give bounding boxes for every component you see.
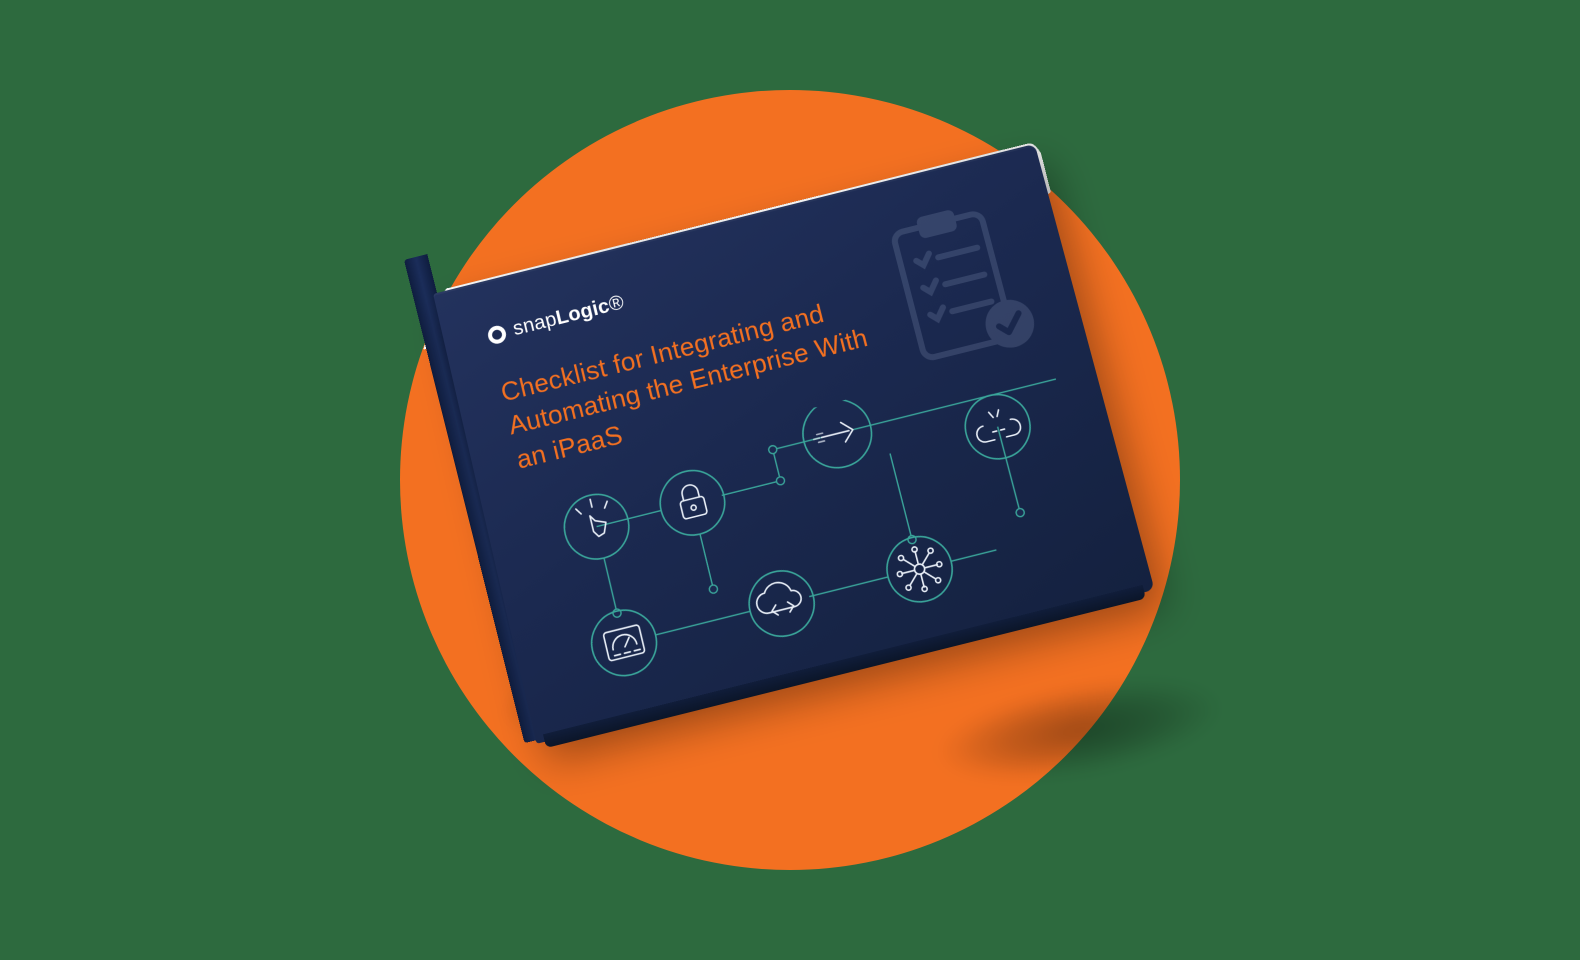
- lock-icon: [654, 464, 732, 542]
- cloud-code-icon: [742, 564, 821, 643]
- clipboard-check-icon: [876, 193, 1045, 384]
- network-hub-icon: [880, 530, 959, 609]
- brand-name: snapLogic®: [511, 292, 627, 342]
- brand-name-suffix: Logic: [554, 295, 612, 329]
- promo-scene: snapLogic® Checklist for Integrating and…: [340, 30, 1240, 930]
- brand-mark-icon: [486, 323, 508, 345]
- brand-name-prefix: snap: [511, 308, 559, 340]
- dashboard-gauge-icon: [585, 603, 663, 682]
